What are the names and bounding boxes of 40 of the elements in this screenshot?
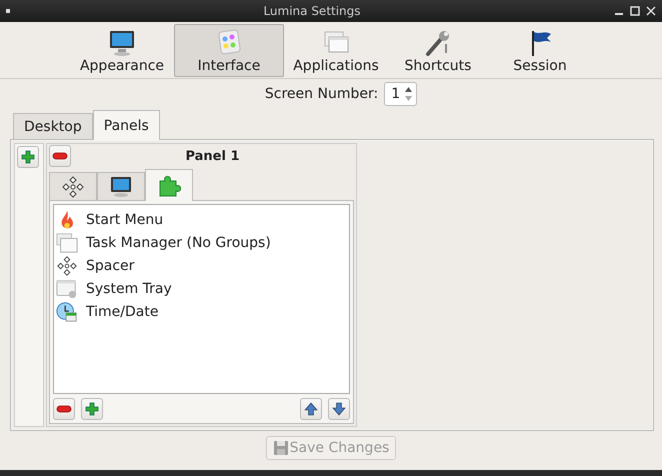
subtab[interactable] — [97, 172, 145, 200]
remove-panel-button[interactable] — [49, 145, 71, 167]
minus-icon — [56, 405, 72, 413]
move-up-button[interactable] — [300, 398, 322, 420]
subtab[interactable] — [145, 169, 193, 201]
remove-plugin-button[interactable] — [53, 398, 75, 420]
monitor-icon — [109, 176, 133, 198]
category-button[interactable]: Interface — [174, 24, 284, 77]
category-button[interactable]: Applications — [286, 24, 386, 77]
tab[interactable]: Desktop — [13, 113, 93, 139]
puzzle-icon — [157, 174, 181, 196]
plugin-item[interactable]: Time/Date — [56, 300, 347, 323]
plugin-item[interactable]: Task Manager (No Groups) — [56, 231, 347, 254]
tray-icon — [56, 278, 78, 300]
plugin-item[interactable]: System Tray — [56, 277, 347, 300]
screen-number-spinbox[interactable]: 1 — [384, 82, 418, 106]
clock-icon — [56, 300, 78, 322]
category-button[interactable]: Session — [490, 24, 590, 77]
add-plugin-button[interactable] — [81, 398, 103, 420]
spacer-icon — [61, 176, 85, 198]
window-title: Lumina Settings — [262, 4, 362, 18]
down-arrow-icon — [332, 402, 346, 416]
plugin-item[interactable]: Spacer — [56, 254, 347, 277]
plugin-item[interactable]: Start Menu — [56, 208, 347, 231]
add-panel-button[interactable] — [17, 146, 39, 168]
spacer-icon — [56, 254, 78, 276]
subtab[interactable] — [49, 172, 97, 200]
close-icon[interactable] — [646, 6, 656, 16]
category-button[interactable]: Shortcuts — [388, 24, 488, 77]
windows-icon — [56, 232, 78, 254]
screen-number-label: Screen Number: — [264, 86, 378, 102]
up-arrow-icon — [304, 402, 318, 416]
maximize-icon[interactable] — [630, 6, 640, 16]
panel-title: Panel 1 — [184, 148, 241, 164]
tab[interactable]: Panels — [92, 110, 160, 140]
move-down-button[interactable] — [328, 398, 350, 420]
plus-icon — [85, 402, 99, 416]
minus-icon — [52, 152, 68, 160]
plus-icon — [21, 150, 35, 164]
category-button[interactable]: Appearance — [72, 24, 172, 77]
